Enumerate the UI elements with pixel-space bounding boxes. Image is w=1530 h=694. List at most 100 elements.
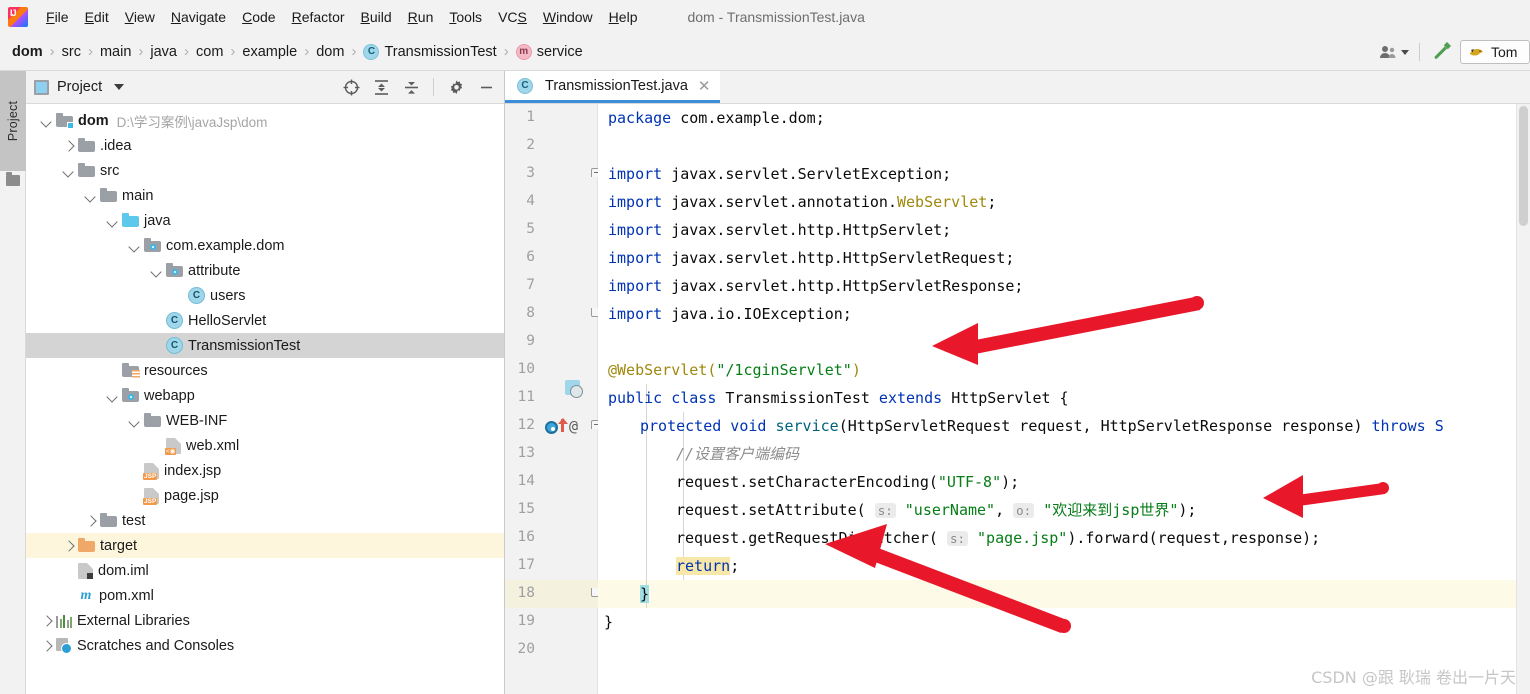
code-token-classname: TransmissionTest <box>725 389 870 407</box>
folder-icon <box>78 138 95 153</box>
chevron-down-icon[interactable] <box>128 239 142 253</box>
chevron-right-icon[interactable] <box>62 539 76 553</box>
tree-node-label: WEB-INF <box>166 412 228 429</box>
chevron-right-icon[interactable] <box>84 514 98 528</box>
breadcrumb-label: service <box>536 43 583 60</box>
editor-gutter[interactable]: @ 1 2 3 4 5 6 7 8 9 10 11 12 13 14 15 16 17 18 19 20 <box>505 104 602 694</box>
settings-gear-icon[interactable] <box>448 79 464 95</box>
hide-panel-icon[interactable] <box>478 79 494 95</box>
breadcrumb-item-dom-module[interactable]: dom <box>12 44 43 60</box>
chevron-down-icon[interactable] <box>128 414 142 428</box>
breadcrumb-item-java[interactable]: java <box>150 44 177 60</box>
chevron-right-icon[interactable] <box>62 139 76 153</box>
tree-node-webapp[interactable]: webapp <box>26 383 504 408</box>
menu-refactor[interactable]: Refactor <box>284 6 353 28</box>
java-class-icon: C <box>166 312 183 329</box>
code-token-string: "/1cginServlet" <box>716 361 852 379</box>
line-number: 14 <box>517 473 535 489</box>
tree-node-main[interactable]: main <box>26 183 504 208</box>
chevron-down-icon[interactable] <box>62 164 76 178</box>
breadcrumb-item-main[interactable]: main <box>100 44 131 60</box>
breadcrumb-item-dom-package[interactable]: dom <box>316 44 344 60</box>
tree-node-idea[interactable]: .idea <box>26 133 504 158</box>
tree-node-external-libraries[interactable]: External Libraries <box>26 608 504 633</box>
chevron-down-icon[interactable] <box>106 389 120 403</box>
tree-node-web-xml[interactable]: <◉ web.xml <box>26 433 504 458</box>
tree-node-label: com.example.dom <box>166 237 285 254</box>
class-implemented-marker-icon[interactable] <box>565 380 583 398</box>
editor-tab-transmissiontest[interactable]: C TransmissionTest.java ✕ <box>505 71 721 103</box>
tree-no-arrow <box>150 339 164 353</box>
breadcrumb-item-transmissiontest[interactable]: C TransmissionTest <box>363 43 497 60</box>
tree-node-web-inf[interactable]: WEB-INF <box>26 408 504 433</box>
run-configuration-selector[interactable]: Tom <box>1460 40 1530 64</box>
tool-window-tab-project[interactable]: Project <box>0 71 26 171</box>
code-token-string: "page.jsp" <box>968 529 1068 547</box>
tree-node-page-jsp[interactable]: JSP page.jsp <box>26 483 504 508</box>
tree-node-target[interactable]: target <box>26 533 504 558</box>
tree-node-label: HelloServlet <box>188 312 267 329</box>
tree-node-com-example-dom[interactable]: com.example.dom <box>26 233 504 258</box>
menu-navigate[interactable]: Navigate <box>163 6 234 28</box>
source-folder-icon <box>122 213 139 228</box>
select-opened-file-icon[interactable] <box>343 79 360 96</box>
breadcrumb-item-com[interactable]: com <box>196 44 223 60</box>
breadcrumb-item-src[interactable]: src <box>62 44 81 60</box>
menu-vcs[interactable]: VCS <box>490 6 535 28</box>
tree-node-transmissiontest[interactable]: C TransmissionTest <box>26 333 504 358</box>
package-icon <box>144 238 161 253</box>
overriding-method-marker-icon[interactable] <box>545 421 558 434</box>
breadcrumb-item-example[interactable]: example <box>242 44 297 60</box>
chevron-down-icon[interactable] <box>150 264 164 278</box>
chevron-right-icon[interactable] <box>40 639 54 653</box>
tree-node-dom-iml[interactable]: dom.iml <box>26 558 504 583</box>
tree-node-users[interactable]: Cusers <box>26 283 504 308</box>
chevron-right-icon[interactable] <box>40 614 54 628</box>
line-number: 10 <box>517 361 535 377</box>
code-token-keyword-cut: S <box>1434 417 1444 435</box>
excluded-folder-icon <box>78 538 95 553</box>
chevron-down-icon[interactable] <box>84 189 98 203</box>
tree-node-dom[interactable]: dom D:\学习案例\javaJsp\dom <box>26 108 504 133</box>
tree-node-pom-xml[interactable]: m pom.xml <box>26 583 504 608</box>
structure-folder-icon[interactable] <box>6 172 20 186</box>
chevron-down-icon[interactable] <box>106 214 120 228</box>
breadcrumb-separator: › <box>87 43 93 60</box>
code-text-area[interactable]: package com.example.dom; import javax.se… <box>598 104 1530 694</box>
expand-all-icon[interactable] <box>373 79 389 95</box>
code-line-6: import javax.servlet.http.HttpServletReq… <box>608 249 1015 267</box>
toolbar-divider <box>1419 43 1420 61</box>
menu-help[interactable]: Help <box>601 6 646 28</box>
tree-node-label: resources <box>144 362 208 379</box>
error-stripe-scrollbar[interactable] <box>1516 104 1530 694</box>
tree-node-test[interactable]: test <box>26 508 504 533</box>
menu-tools[interactable]: Tools <box>441 6 490 28</box>
menu-file[interactable]: File <box>38 6 77 28</box>
tree-node-attribute[interactable]: attribute <box>26 258 504 283</box>
menu-code[interactable]: Code <box>234 6 283 28</box>
build-project-button[interactable] <box>1430 38 1454 67</box>
collapse-all-icon[interactable] <box>403 79 419 95</box>
chevron-down-icon[interactable] <box>40 114 54 128</box>
tree-node-scratches-and-consoles[interactable]: Scratches and Consoles <box>26 633 504 658</box>
menu-window[interactable]: Window <box>535 6 601 28</box>
tree-node-src[interactable]: src <box>26 158 504 183</box>
scrollbar-thumb[interactable] <box>1519 106 1528 226</box>
tree-node-helloservlet[interactable]: C HelloServlet <box>26 308 504 333</box>
breadcrumb-item-service[interactable]: m service <box>515 43 583 60</box>
code-line-14: request.setCharacterEncoding("UTF-8"); <box>676 468 1019 496</box>
folder-icon <box>78 163 95 178</box>
close-icon[interactable]: ✕ <box>698 77 711 95</box>
code-token-string: "UTF-8" <box>937 473 1002 491</box>
tree-node-java[interactable]: java <box>26 208 504 233</box>
menu-build[interactable]: Build <box>353 6 400 28</box>
tree-node-resources[interactable]: resources <box>26 358 504 383</box>
navbar-right-toolbar: Tom <box>1379 33 1530 71</box>
menu-view[interactable]: View <box>117 6 163 28</box>
code-editor[interactable]: @ 1 2 3 4 5 6 7 8 9 10 11 12 13 14 15 16 17 18 19 20 packag… <box>505 104 1530 694</box>
tree-node-index-jsp[interactable]: JSP index.jsp <box>26 458 504 483</box>
user-account-button[interactable] <box>1379 44 1409 60</box>
menu-edit[interactable]: Edit <box>77 6 117 28</box>
menu-run[interactable]: Run <box>400 6 442 28</box>
chevron-down-icon[interactable] <box>114 84 125 90</box>
